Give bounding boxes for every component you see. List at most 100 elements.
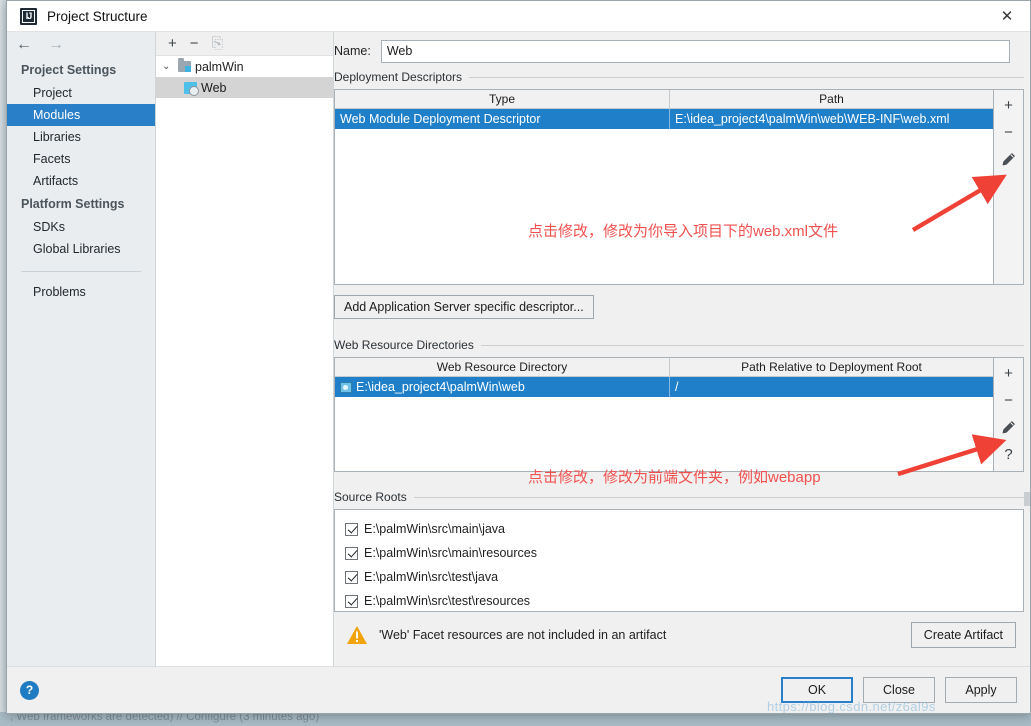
list-item[interactable]: E:\palmWin\src\test\java <box>345 565 1023 589</box>
add-application-server-descriptor-button[interactable]: Add Application Server specific descript… <box>334 295 594 319</box>
table-header-row: Type Path <box>335 90 993 109</box>
table-header-row: Web Resource Directory Path Relative to … <box>335 358 993 377</box>
sidebar-divider <box>21 271 141 272</box>
sidebar-nav-arrows: ← → <box>7 32 155 58</box>
module-name-row: Name: <box>334 32 1024 70</box>
close-icon[interactable]: ✕ <box>984 1 1030 32</box>
content-scrollbar[interactable] <box>1024 32 1030 666</box>
source-roots-title: Source Roots <box>334 490 407 504</box>
tree-node-web[interactable]: Web <box>156 77 333 98</box>
module-tree-toolbar: + − ⎘ <box>156 32 333 56</box>
deployment-descriptors-section: Deployment Descriptors Type Path Web Mod… <box>334 70 1024 319</box>
cell-type: Web Module Deployment Descriptor <box>340 112 541 126</box>
source-root-checkbox[interactable] <box>345 546 358 560</box>
ok-button[interactable]: OK <box>781 677 853 703</box>
remove-module-icon[interactable]: − <box>190 36 199 51</box>
table-row[interactable]: Web Module Deployment Descriptor E:\idea… <box>335 109 993 129</box>
add-web-resource-button[interactable]: + <box>996 361 1022 386</box>
deployment-descriptors-table: Type Path Web Module Deployment Descript… <box>334 89 994 285</box>
create-artifact-button[interactable]: Create Artifact <box>910 622 1016 648</box>
web-resource-directories-caption: Web Resource Directories <box>334 338 1024 352</box>
source-root-label: E:\palmWin\src\main\resources <box>364 546 537 560</box>
close-button[interactable]: Close <box>863 677 935 703</box>
deployment-descriptors-table-wrap: Type Path Web Module Deployment Descript… <box>334 89 1024 285</box>
caption-rule <box>413 496 1024 498</box>
source-roots-caption: Source Roots <box>334 490 1024 504</box>
copy-module-icon[interactable]: ⎘ <box>212 36 224 51</box>
intellij-idea-icon: IJ <box>20 7 37 25</box>
table-empty-area[interactable] <box>335 397 993 471</box>
source-root-label: E:\palmWin\src\test\resources <box>364 594 531 608</box>
back-arrow-icon[interactable]: ← <box>16 37 32 53</box>
edit-web-resource-button[interactable] <box>996 415 1022 440</box>
table-row[interactable]: E:\idea_project4\palmWin\web / <box>335 377 993 397</box>
forward-arrow-icon[interactable]: → <box>48 37 64 53</box>
tree-node-palmwin[interactable]: ⌄ palmWin <box>156 56 333 77</box>
remove-web-resource-button[interactable]: − <box>996 388 1022 413</box>
module-name-input[interactable] <box>380 39 1010 63</box>
list-item[interactable]: E:\palmWin\src\main\java <box>345 517 1023 541</box>
settings-sidebar: ← → Project Settings Project Modules Lib… <box>7 32 156 666</box>
deployment-descriptors-caption: Deployment Descriptors <box>334 70 1024 84</box>
content-scroll-thumb[interactable] <box>1024 492 1030 506</box>
page-title: Project Structure <box>47 8 148 24</box>
help-button[interactable]: ? <box>20 680 39 700</box>
column-header-relative-path[interactable]: Path Relative to Deployment Root <box>669 358 993 376</box>
add-module-icon[interactable]: + <box>168 36 177 51</box>
deployment-descriptors-title: Deployment Descriptors <box>334 70 463 84</box>
web-resource-directories-toolbar: + − ? <box>994 357 1024 472</box>
module-name-label: Name: <box>334 44 371 58</box>
tree-node-label: palmWin <box>195 59 244 74</box>
list-item[interactable]: E:\palmWin\src\main\resources <box>345 541 1023 565</box>
caption-rule <box>480 344 1024 346</box>
source-root-checkbox[interactable] <box>345 522 358 536</box>
source-root-checkbox[interactable] <box>345 570 358 584</box>
edit-descriptor-button[interactable] <box>996 147 1022 172</box>
warning-triangle-icon <box>346 625 368 645</box>
column-header-web-resource-directory[interactable]: Web Resource Directory <box>335 358 669 376</box>
web-resource-directories-section: Web Resource Directories Web Resource Di… <box>334 338 1024 472</box>
chevron-down-icon[interactable]: ⌄ <box>162 61 174 72</box>
list-item[interactable]: E:\palmWin\src\test\resources <box>345 589 1023 611</box>
web-facet-icon <box>184 81 199 96</box>
sidebar-item-global-libraries[interactable]: Global Libraries <box>7 238 155 260</box>
dialog-titlebar: IJ Project Structure ✕ <box>7 1 1030 32</box>
column-header-path[interactable]: Path <box>669 90 993 108</box>
sidebar-item-artifacts[interactable]: Artifacts <box>7 170 155 192</box>
web-resource-table-wrap: Web Resource Directory Path Relative to … <box>334 357 1024 472</box>
source-root-checkbox[interactable] <box>345 594 358 608</box>
web-resource-directories-title: Web Resource Directories <box>334 338 474 352</box>
source-roots-list: E:\palmWin\src\main\java E:\palmWin\src\… <box>334 509 1024 612</box>
cell-path: E:\idea_project4\palmWin\web\WEB-INF\web… <box>669 109 993 129</box>
project-structure-dialog: IJ Project Structure ✕ ← → Project Setti… <box>6 0 1031 714</box>
deployment-descriptors-toolbar: + − <box>994 89 1024 285</box>
module-settings-content: Name: Deployment Descriptors Type Path <box>334 32 1030 666</box>
artifact-warning-text: 'Web' Facet resources are not included i… <box>379 628 667 642</box>
source-roots-section: Source Roots E:\palmWin\src\main\java E:… <box>334 490 1024 612</box>
directory-icon <box>340 381 352 393</box>
help-web-resource-button[interactable]: ? <box>996 442 1022 467</box>
table-empty-area[interactable] <box>335 129 993 284</box>
cell-directory-text: E:\idea_project4\palmWin\web <box>356 380 525 394</box>
cell-directory: E:\idea_project4\palmWin\web <box>335 377 669 397</box>
sidebar-group-project-settings: Project Settings <box>21 63 117 77</box>
tree-node-label: Web <box>201 80 227 95</box>
source-root-label: E:\palmWin\src\main\java <box>364 522 506 536</box>
sidebar-item-problems[interactable]: Problems <box>7 281 155 303</box>
cell-relative-path: / <box>669 377 993 397</box>
apply-button[interactable]: Apply <box>945 677 1017 703</box>
remove-descriptor-button[interactable]: − <box>996 120 1022 145</box>
sidebar-item-modules[interactable]: Modules <box>7 104 155 126</box>
add-descriptor-button[interactable]: + <box>996 93 1022 118</box>
sidebar-group-platform-settings: Platform Settings <box>21 197 125 211</box>
sidebar-item-project[interactable]: Project <box>7 82 155 104</box>
sidebar-item-facets[interactable]: Facets <box>7 148 155 170</box>
web-resource-directories-table: Web Resource Directory Path Relative to … <box>334 357 994 472</box>
dialog-body: ← → Project Settings Project Modules Lib… <box>7 32 1030 666</box>
artifact-warning-bar: 'Web' Facet resources are not included i… <box>334 612 1024 658</box>
sidebar-item-libraries[interactable]: Libraries <box>7 126 155 148</box>
sidebar-item-sdks[interactable]: SDKs <box>7 216 155 238</box>
caption-rule <box>469 76 1024 78</box>
column-header-type[interactable]: Type <box>335 90 669 108</box>
source-root-label: E:\palmWin\src\test\java <box>364 570 499 584</box>
